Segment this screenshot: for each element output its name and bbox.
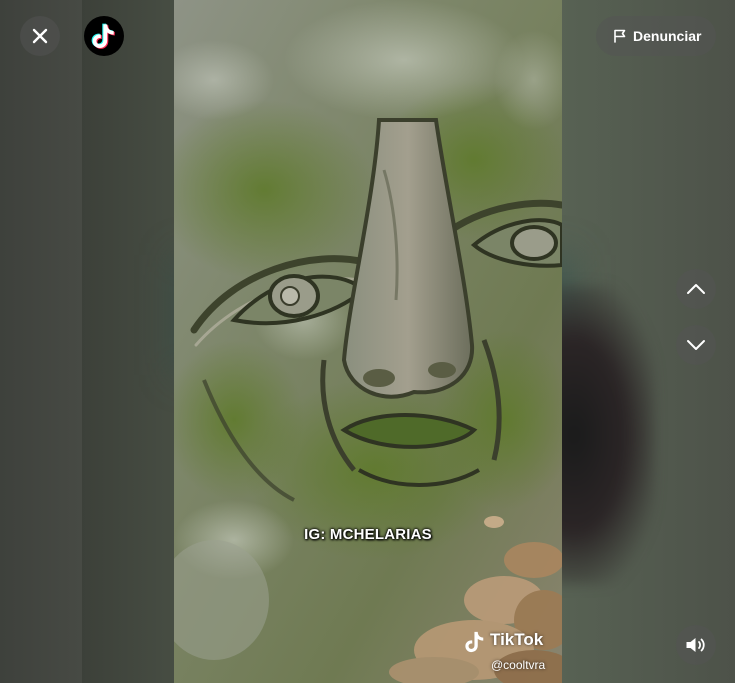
chevron-up-icon	[687, 284, 705, 294]
volume-button[interactable]	[676, 625, 716, 665]
close-button[interactable]	[20, 16, 60, 56]
video-frame-stone-face	[174, 0, 562, 683]
watermark-brand: TikTok	[490, 630, 544, 649]
tiktok-watermark-icon	[465, 631, 484, 653]
tiktok-logo[interactable]	[84, 16, 124, 56]
previous-video-button[interactable]	[676, 269, 716, 309]
report-button[interactable]: Denunciar	[596, 16, 716, 56]
video-watermark: TikTok @cooltvra	[464, 628, 554, 678]
next-video-button[interactable]	[676, 325, 716, 365]
video-player[interactable]: IG: MCHELARIAS TikTok @cooltvra	[174, 0, 562, 683]
close-icon	[32, 28, 48, 44]
video-viewer: IG: MCHELARIAS TikTok @cooltvra Denuncia…	[0, 0, 735, 683]
flag-icon	[614, 29, 626, 43]
chevron-down-icon	[687, 340, 705, 350]
speaker-icon	[686, 638, 705, 652]
tiktok-logo-icon	[91, 23, 115, 49]
video-caption: IG: MCHELARIAS	[304, 526, 432, 543]
watermark-handle: @cooltvra	[491, 658, 546, 672]
report-label: Denunciar	[633, 28, 702, 44]
